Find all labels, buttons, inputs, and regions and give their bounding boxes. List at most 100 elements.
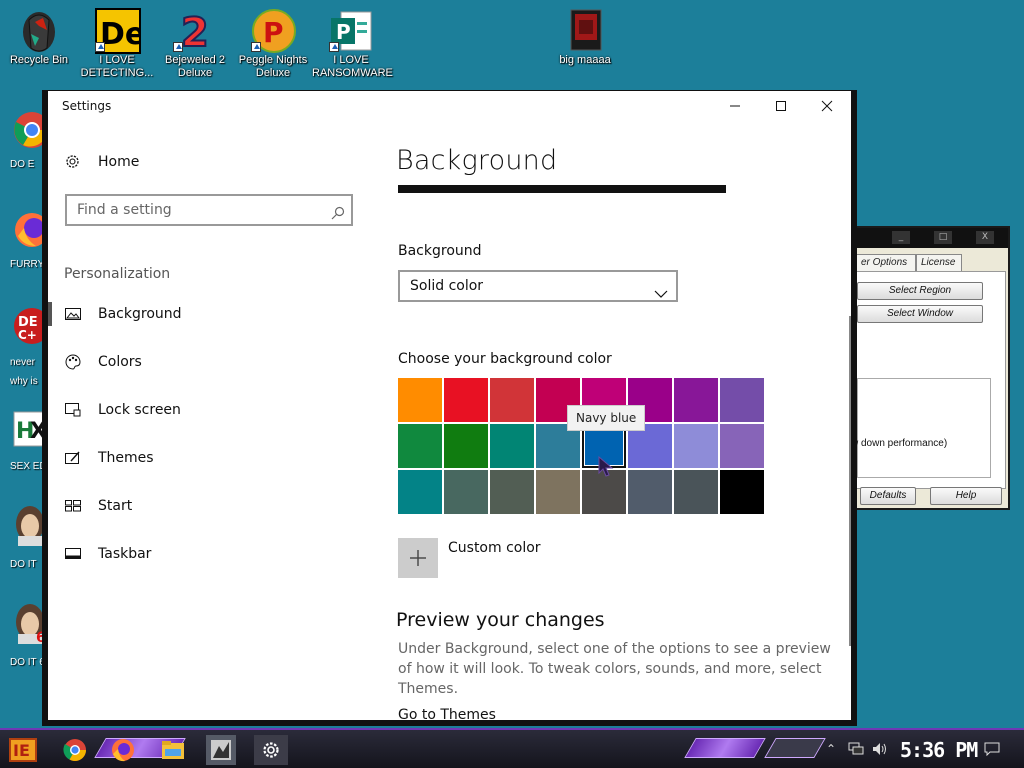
desktop-icon-peggle[interactable]: P Peggle Nights Deluxe xyxy=(234,8,312,80)
settings-gear-icon xyxy=(263,742,279,758)
color-swatch[interactable] xyxy=(398,424,442,468)
settings-window: Settings Home Find a setting Personaliza… xyxy=(42,90,857,726)
firefox-icon xyxy=(112,739,134,762)
network-icon[interactable] xyxy=(848,742,864,759)
big-maaaa-icon xyxy=(563,8,607,52)
sidebar-item-colors[interactable]: Colors xyxy=(48,344,366,380)
taskbar-firefox[interactable] xyxy=(108,735,138,765)
taskbar: IE ⌃ 5:36 PM xyxy=(0,728,1024,768)
taskbar-decoration xyxy=(764,738,826,758)
show-hidden-icons-button[interactable]: ⌃ xyxy=(826,742,836,756)
preview-description: Under Background, select one of the opti… xyxy=(398,641,831,697)
recycle-bin-icon xyxy=(17,8,61,52)
start-icon: IE xyxy=(9,738,37,762)
custom-color-button[interactable]: Custom color xyxy=(398,538,541,578)
background-type-dropdown[interactable]: Solid color xyxy=(398,270,678,302)
sidebar-item-label: Taskbar xyxy=(98,546,152,562)
tab-license[interactable]: License xyxy=(916,254,962,272)
settings-titlebar[interactable]: Settings xyxy=(48,91,851,121)
help-button[interactable]: Help xyxy=(930,487,1002,505)
color-swatch[interactable] xyxy=(490,424,534,468)
color-swatch[interactable] xyxy=(398,470,442,514)
taskbar-photo-app[interactable] xyxy=(206,735,236,765)
sidebar-item-themes[interactable]: Themes xyxy=(48,440,366,476)
color-swatch[interactable] xyxy=(398,378,442,422)
maximize-button[interactable] xyxy=(758,91,804,121)
desktop-icon-detecting[interactable]: De I LOVE DETECTING... xyxy=(78,8,156,80)
color-swatch[interactable] xyxy=(720,424,764,468)
sidebar-item-label: Themes xyxy=(98,450,154,466)
notification-center-icon[interactable] xyxy=(984,742,1000,759)
minimize-button[interactable] xyxy=(712,91,758,121)
sidebar-item-label: Background xyxy=(98,306,182,322)
close-button[interactable]: X xyxy=(976,231,994,244)
maximize-button[interactable]: □ xyxy=(934,231,952,244)
go-to-themes-link[interactable]: Go to Themes xyxy=(398,707,496,723)
choose-color-label: Choose your background color xyxy=(398,351,612,367)
svg-text:IE: IE xyxy=(13,741,30,760)
content-scrollbar[interactable] xyxy=(849,316,851,646)
color-swatch[interactable] xyxy=(444,424,488,468)
select-window-button[interactable]: Select Window xyxy=(857,305,983,323)
color-swatch[interactable] xyxy=(720,378,764,422)
start-button[interactable]: IE xyxy=(6,735,40,765)
desktop-icon-label: never why is xyxy=(10,357,38,387)
color-tooltip: Navy blue xyxy=(567,405,646,431)
search-placeholder: Find a setting xyxy=(77,202,172,218)
start-icon xyxy=(65,500,83,512)
dropdown-value: Solid color xyxy=(410,278,484,294)
taskbar-decoration xyxy=(684,738,766,758)
defaults-button[interactable]: Defaults xyxy=(860,487,916,505)
taskbar-clock[interactable]: 5:36 PM xyxy=(900,738,978,762)
color-swatch[interactable] xyxy=(674,424,718,468)
volume-icon[interactable] xyxy=(872,742,888,759)
tab-options[interactable]: er Options xyxy=(856,254,916,272)
taskbar-chrome[interactable] xyxy=(60,735,90,765)
background-app-window[interactable]: _ □ X er Options License Select Region S… xyxy=(848,226,1010,510)
taskbar-settings[interactable] xyxy=(254,735,288,765)
photo-app-icon xyxy=(211,740,231,760)
desktop-icon-label: DO IT xyxy=(10,559,37,570)
preview-area xyxy=(398,185,726,193)
color-swatch[interactable] xyxy=(536,470,580,514)
home-link[interactable]: Home xyxy=(64,153,139,170)
shortcut-arrow-icon xyxy=(95,42,105,52)
shortcut-arrow-icon xyxy=(329,42,339,52)
background-window-list[interactable] xyxy=(857,378,991,478)
minimize-button[interactable]: _ xyxy=(892,231,910,244)
desktop-icon-bejeweled[interactable]: 2 Bejeweled 2 Deluxe xyxy=(156,8,234,80)
sidebar-item-taskbar[interactable]: Taskbar xyxy=(48,536,366,572)
background-window-titlebar[interactable]: _ □ X xyxy=(850,228,1008,248)
settings-content: Background Background Solid color Choose… xyxy=(393,121,843,723)
color-swatch[interactable] xyxy=(444,470,488,514)
svg-text:C+: C+ xyxy=(18,328,37,342)
color-swatch[interactable] xyxy=(628,470,672,514)
desktop-icon-recycle-bin[interactable]: Recycle Bin xyxy=(0,8,78,67)
sidebar-item-lock-screen[interactable]: Lock screen xyxy=(48,392,366,428)
color-swatch[interactable] xyxy=(720,470,764,514)
desktop-icon-ransomware[interactable]: P I LOVE RANSOMWARE xyxy=(312,8,393,80)
close-button[interactable] xyxy=(804,91,850,121)
select-region-button[interactable]: Select Region xyxy=(857,282,983,300)
file-explorer-icon xyxy=(162,741,184,759)
color-swatch[interactable] xyxy=(674,378,718,422)
svg-text:De: De xyxy=(100,17,141,52)
color-swatch[interactable] xyxy=(444,378,488,422)
sidebar-item-label: Lock screen xyxy=(98,402,181,418)
desktop-icon-label: DO E xyxy=(10,159,35,170)
taskbar-file-explorer[interactable] xyxy=(158,735,188,765)
sidebar-item-label: Colors xyxy=(98,354,142,370)
maximize-icon xyxy=(776,101,786,111)
sidebar-item-background[interactable]: Background xyxy=(48,296,366,332)
color-swatch[interactable] xyxy=(674,470,718,514)
desktop-icon-big-maaaa[interactable]: big maaaa xyxy=(546,8,624,67)
gear-icon xyxy=(64,153,84,170)
custom-color-label: Custom color xyxy=(448,540,541,556)
color-swatch[interactable] xyxy=(490,378,534,422)
color-swatch[interactable] xyxy=(490,470,534,514)
sidebar-item-start[interactable]: Start xyxy=(48,488,366,524)
peggle-icon: P xyxy=(251,8,296,53)
shortcut-arrow-icon xyxy=(173,42,183,52)
search-input[interactable]: Find a setting xyxy=(65,194,353,226)
minimize-icon xyxy=(730,105,740,107)
